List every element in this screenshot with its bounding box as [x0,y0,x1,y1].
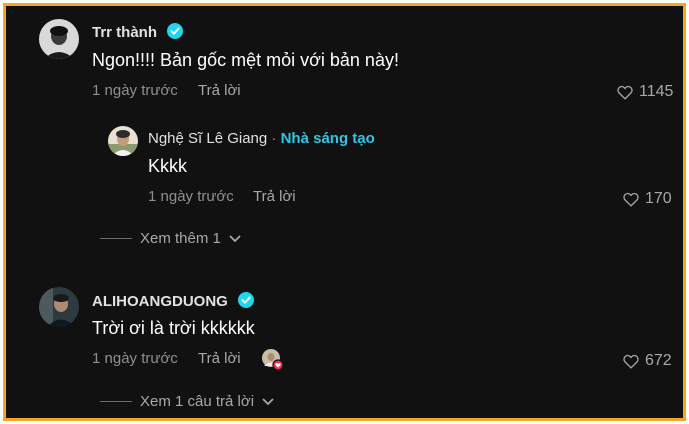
avatar[interactable] [39,287,79,327]
reply-text: Kkkk [148,156,188,176]
divider-line [100,238,132,239]
comment-timestamp: 1 ngày trước [92,350,178,367]
heart-icon [617,85,633,100]
comments-panel: Trr thành Ngon!!!! Bản gốc mệt mỏi với b… [3,3,686,421]
reply-username[interactable]: Nghệ Sĩ Lê Giang [148,130,267,147]
avatar[interactable] [108,126,138,156]
comment-text: Trời ơi là trời kkkkkk [92,318,255,338]
avatar[interactable] [39,19,79,59]
like-button[interactable]: 1145 [617,83,673,101]
reply-button[interactable]: Trả lời [198,350,241,367]
like-count: 672 [645,352,672,369]
like-count: 170 [645,190,672,207]
reply-timestamp: 1 ngày trước [148,188,234,205]
heart-icon [623,354,639,369]
reply-button[interactable]: Trả lời [253,188,296,205]
like-button[interactable]: 170 [623,190,672,208]
view-replies-button[interactable]: Xem 1 câu trả lời [100,393,274,410]
like-count: 1145 [639,83,674,100]
reply-button[interactable]: Trả lời [198,82,241,99]
creator-liked-avatar [262,349,284,371]
comment-username[interactable]: Trr thành [92,24,157,41]
view-more-replies-button[interactable]: Xem thêm 1 [100,230,241,247]
view-more-label: Xem thêm 1 [140,230,221,247]
divider-line [100,401,132,402]
heart-icon [623,192,639,207]
view-replies-label: Xem 1 câu trả lời [140,393,255,410]
verified-badge-icon [167,23,184,39]
verified-badge-icon [238,292,255,308]
separator-dot: · [271,130,277,147]
chevron-down-icon [229,235,241,242]
chevron-down-icon [262,398,274,405]
creator-badge: Nhà sáng tạo [280,130,375,147]
comment-timestamp: 1 ngày trước [92,82,178,99]
like-button[interactable]: 672 [623,352,672,370]
comment-username[interactable]: ALIHOANGDUONG [92,293,228,310]
comment-text: Ngon!!!! Bản gốc mệt mỏi với bản này! [92,50,399,70]
